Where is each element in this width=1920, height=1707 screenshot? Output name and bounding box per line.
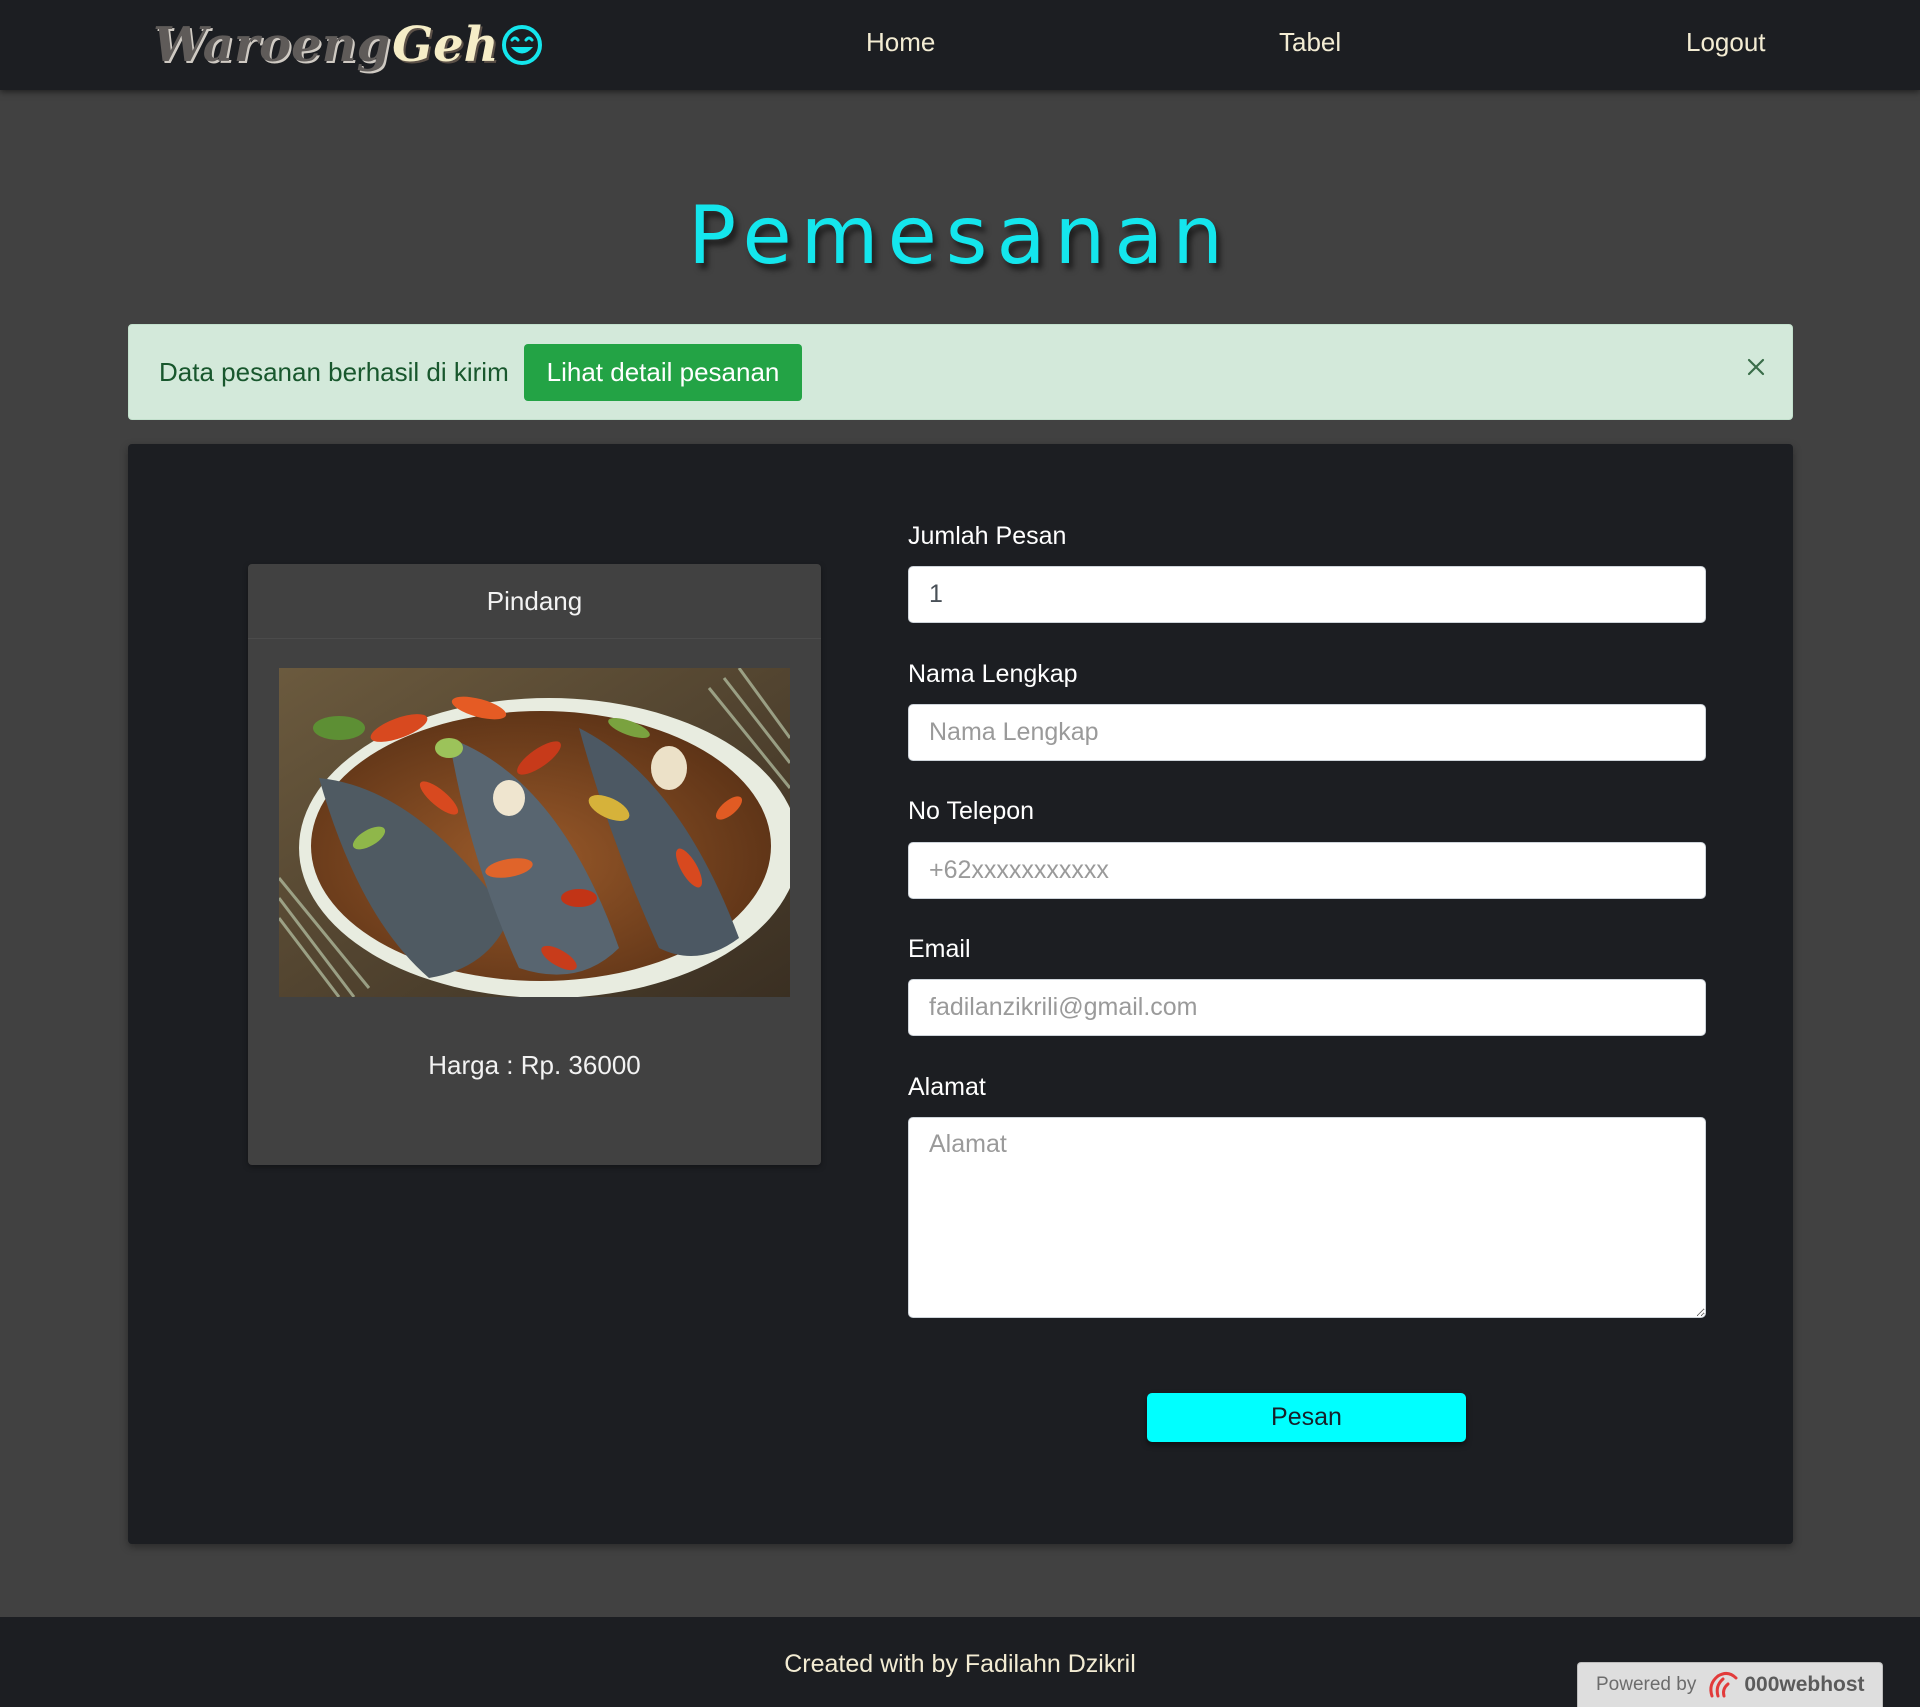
product-photo [279,668,790,997]
powered-by-text: Powered by [1596,1674,1697,1695]
quantity-input[interactable] [908,566,1706,623]
nav-link-logout[interactable]: Logout [1686,22,1766,62]
view-order-detail-button[interactable]: Lihat detail pesanan [524,344,802,401]
quantity-label: Jumlah Pesan [908,522,1067,550]
product-image [279,668,790,997]
product-name: Pindang [248,564,821,639]
close-icon[interactable] [1739,350,1773,384]
full-name-input[interactable] [908,704,1706,761]
alert-message: Data pesanan berhasil di kirim [159,357,509,387]
success-alert: Data pesanan berhasil di kirim Lihat det… [128,324,1793,420]
product-card: Pindang Harga: Rp. 36000 [248,564,821,1165]
smile-icon [501,25,542,65]
phone-input[interactable] [908,842,1706,899]
brand-text-waroeng: Waroeng [153,17,391,73]
email-input[interactable] [908,979,1706,1036]
phone-label: No Telepon [908,797,1035,825]
navbar: Waroeng Geh Home Tabel Logout [0,0,1920,90]
address-textarea[interactable] [908,1117,1706,1318]
close-icon-glyph [1747,358,1765,376]
brand-text-geh: Geh [392,17,499,73]
webhost-brand-text: 000webhost [1744,1673,1865,1696]
webhost-logo-icon [1709,1671,1738,1698]
order-submit-button[interactable]: Pesan [1147,1393,1466,1442]
powered-by-badge[interactable]: Powered by 000webhost [1577,1662,1883,1707]
product-price: Harga : Rp. 36000 [428,1050,641,1080]
page-title: Pemesanan [688,189,1232,282]
brand-logo[interactable]: Waroeng Geh [153,10,543,80]
nav-link-home[interactable]: Home [866,22,935,62]
address-label: Alamat [908,1073,986,1101]
order-panel: Pindang Harga: Rp. 36000 Jumlah Pesan 1… [128,444,1793,1544]
email-label: Email [908,935,971,963]
nav-link-tabel[interactable]: Tabel [1279,22,1341,62]
full-name-label: Nama Lengkap [908,660,1078,688]
